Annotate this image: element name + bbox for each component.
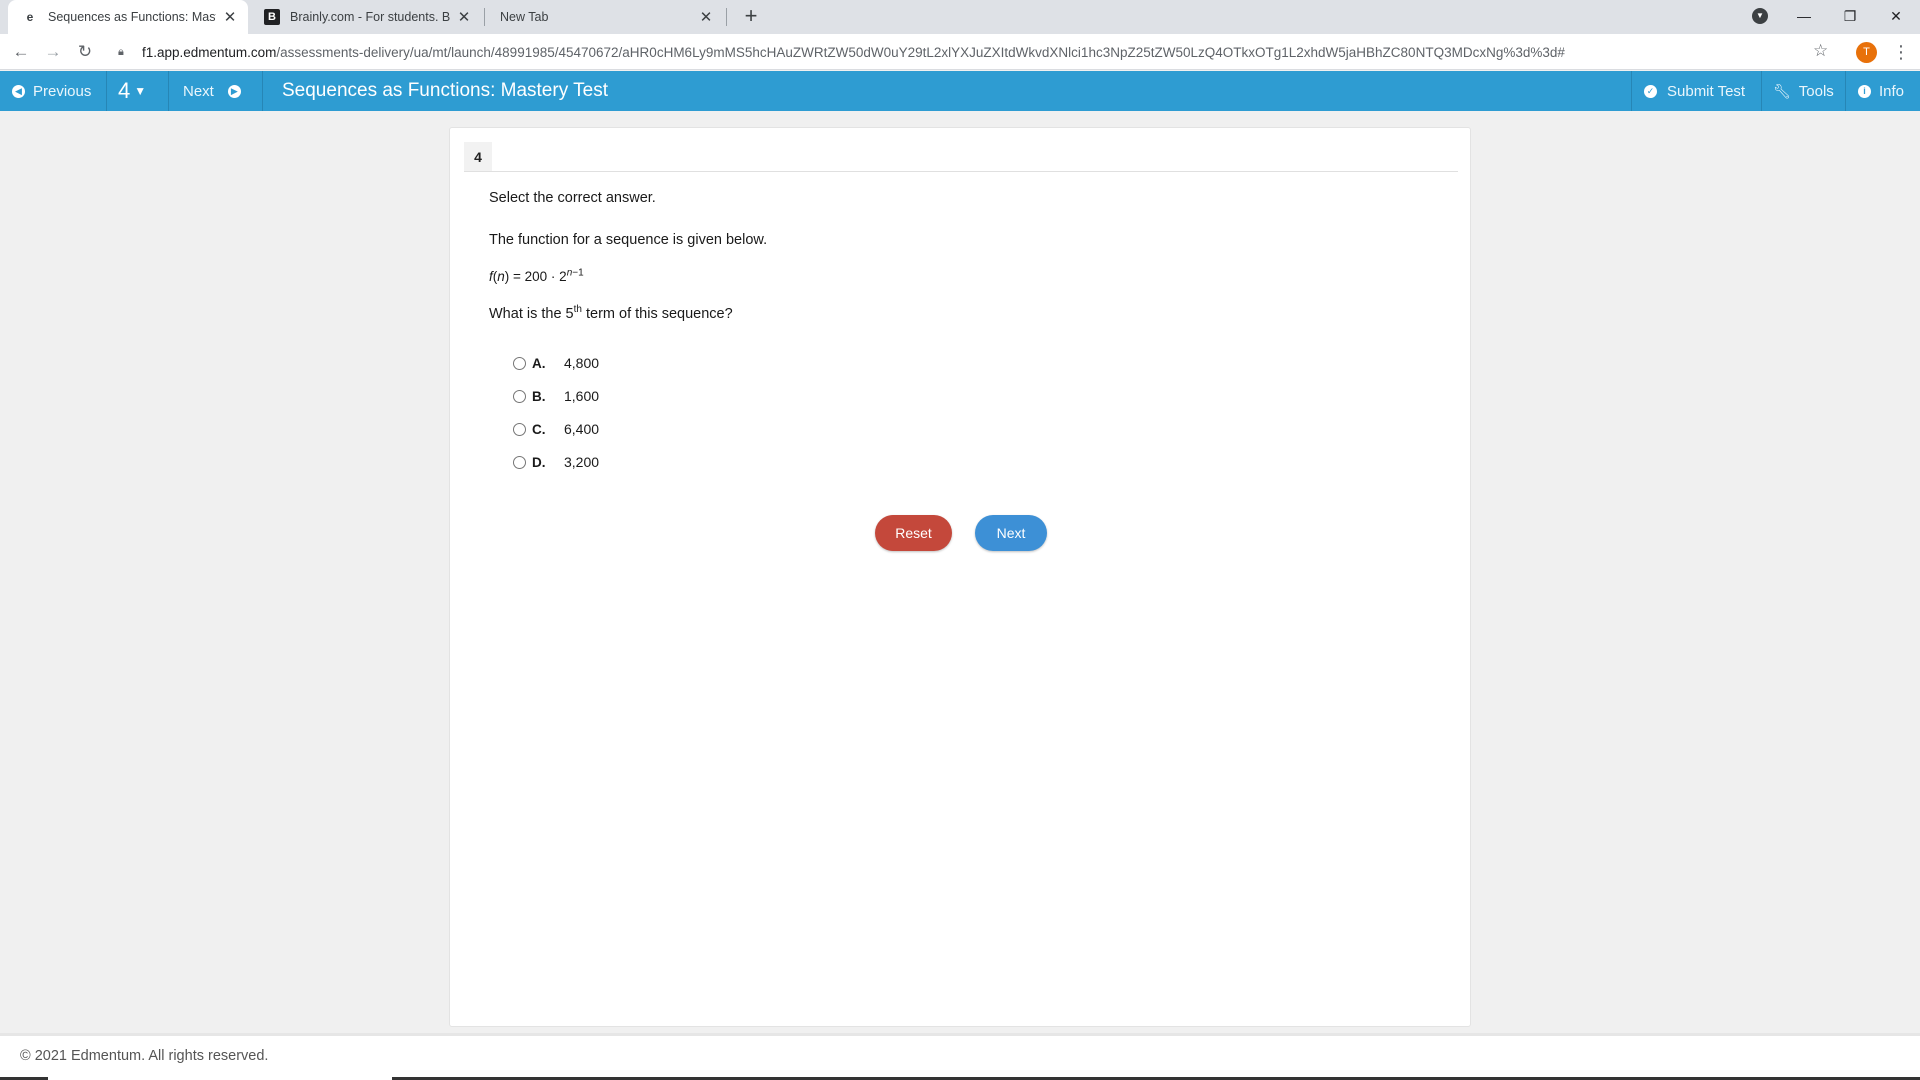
- next-question-button[interactable]: Next ▶: [183, 71, 241, 111]
- close-icon[interactable]: ✕: [456, 8, 472, 26]
- radio-button[interactable]: [513, 389, 526, 403]
- browser-toolbar: ← → ↻ 🔒︎ f1.app.edmentum.com/assessments…: [0, 34, 1920, 70]
- header-divider: [1761, 71, 1762, 111]
- edmentum-icon: e: [26, 10, 34, 24]
- test-title: Sequences as Functions: Mastery Test: [282, 80, 608, 101]
- tools-button[interactable]: 🔧︎ Tools: [1773, 71, 1834, 111]
- ordinal-suffix: th: [573, 304, 582, 316]
- formula-body: ) = 200 · 2: [504, 269, 567, 284]
- url-path: /assessments-delivery/ua/mt/launch/48991…: [276, 44, 1565, 60]
- reload-icon[interactable]: ↻: [73, 40, 97, 64]
- tab-label: Brainly.com - For students. By stu: [290, 10, 450, 24]
- footer: © 2021 Edmentum. All rights reserved.: [0, 1036, 1920, 1077]
- answer-option-b[interactable]: B. 1,600: [513, 386, 599, 406]
- arrow-right-circle-icon: ▶: [227, 84, 241, 98]
- answer-option-a[interactable]: A. 4,800: [513, 353, 599, 373]
- info-label: Info: [1879, 82, 1905, 100]
- brainly-icon: B: [264, 9, 280, 25]
- header-divider: [1845, 71, 1846, 111]
- tools-label: Tools: [1798, 82, 1834, 100]
- tab-label: New Tab: [500, 10, 549, 24]
- option-value: 3,200: [564, 454, 600, 470]
- tab-search-icon[interactable]: ▼: [1752, 8, 1768, 24]
- radio-button[interactable]: [513, 356, 526, 370]
- header-divider: [168, 71, 169, 111]
- formula-function: f: [489, 269, 493, 284]
- answer-option-d[interactable]: D. 3,200: [513, 452, 599, 472]
- question-text-start: What is the 5: [489, 306, 574, 322]
- option-value: 6,400: [564, 421, 600, 437]
- url-host: f1.app.edmentum.com: [142, 44, 277, 60]
- info-circle-icon: i: [1858, 84, 1871, 98]
- next-button[interactable]: Next: [975, 515, 1047, 551]
- browser-tab-bar: e Sequences as Functions: Mastery ✕ B Br…: [0, 0, 1920, 34]
- header-divider: [106, 71, 107, 111]
- option-letter: B.: [532, 388, 546, 404]
- formula-variable: n: [497, 269, 505, 284]
- intro-text: The function for a sequence is given bel…: [489, 232, 768, 248]
- tab-divider: [726, 8, 727, 26]
- question-number-tab: 4: [464, 142, 492, 172]
- previous-button[interactable]: ◀ Previous: [12, 71, 91, 111]
- radio-button[interactable]: [513, 422, 526, 436]
- new-tab-plus-icon[interactable]: +: [738, 4, 764, 30]
- test-header-bar: ◀ Previous 4 ▼ Next ▶ Sequences as Funct…: [0, 71, 1920, 111]
- window-close-icon[interactable]: ✕: [1873, 0, 1919, 32]
- wrench-icon: 🔧︎: [1773, 82, 1791, 99]
- formula-exponent: n−1: [566, 267, 584, 279]
- question-divider: [464, 171, 1458, 172]
- minimize-icon[interactable]: —: [1781, 0, 1827, 32]
- profile-avatar[interactable]: T: [1856, 42, 1877, 63]
- restore-icon[interactable]: ❐: [1827, 0, 1873, 32]
- previous-label: Previous: [33, 82, 92, 100]
- submit-label: Submit Test: [1667, 82, 1746, 100]
- tab-divider: [484, 8, 485, 26]
- browser-menu-icon[interactable]: ⋮: [1892, 40, 1910, 64]
- question-number: 4: [118, 78, 131, 103]
- question-selector[interactable]: 4 ▼: [118, 71, 146, 111]
- submit-test-button[interactable]: ✓ Submit Test: [1644, 71, 1745, 111]
- header-divider: [1631, 71, 1632, 111]
- chevron-down-icon: ▼: [134, 84, 147, 98]
- forward-arrow-icon[interactable]: →: [41, 40, 65, 64]
- question-card: 4 Select the correct answer. The functio…: [449, 127, 1471, 1027]
- option-value: 4,800: [564, 355, 600, 371]
- option-letter: D.: [532, 454, 546, 470]
- info-button[interactable]: i Info: [1858, 71, 1904, 111]
- formula: f(n) = 200 · 2n−1: [489, 267, 584, 284]
- question-text: What is the 5th term of this sequence?: [489, 304, 733, 322]
- copyright-text: © 2021 Edmentum. All rights reserved.: [20, 1048, 269, 1064]
- browser-tab-edmentum[interactable]: e Sequences as Functions: Mastery ✕: [8, 0, 248, 34]
- browser-tab-new[interactable]: New Tab ✕: [486, 0, 724, 34]
- radio-button[interactable]: [513, 455, 526, 469]
- back-arrow-icon[interactable]: ←: [9, 40, 33, 64]
- question-text-end: term of this sequence?: [581, 306, 733, 322]
- reset-button[interactable]: Reset: [875, 515, 952, 551]
- lock-icon: 🔒︎: [118, 45, 124, 58]
- browser-tab-brainly[interactable]: B Brainly.com - For students. By stu ✕: [250, 0, 482, 34]
- option-letter: A.: [532, 355, 546, 371]
- bookmark-star-icon[interactable]: ☆: [1813, 41, 1828, 61]
- check-circle-icon: ✓: [1644, 84, 1657, 98]
- close-icon[interactable]: ✕: [698, 8, 714, 26]
- arrow-left-circle-icon: ◀: [12, 84, 25, 98]
- close-icon[interactable]: ✕: [222, 8, 238, 26]
- option-letter: C.: [532, 421, 546, 437]
- answer-option-c[interactable]: C. 6,400: [513, 419, 599, 439]
- next-label: Next: [183, 82, 214, 100]
- address-bar[interactable]: 🔒︎ f1.app.edmentum.com/assessments-deliv…: [108, 38, 1834, 66]
- instruction-text: Select the correct answer.: [489, 190, 656, 206]
- option-value: 1,600: [564, 388, 600, 404]
- header-divider: [262, 71, 263, 111]
- tab-label: Sequences as Functions: Mastery: [48, 10, 216, 24]
